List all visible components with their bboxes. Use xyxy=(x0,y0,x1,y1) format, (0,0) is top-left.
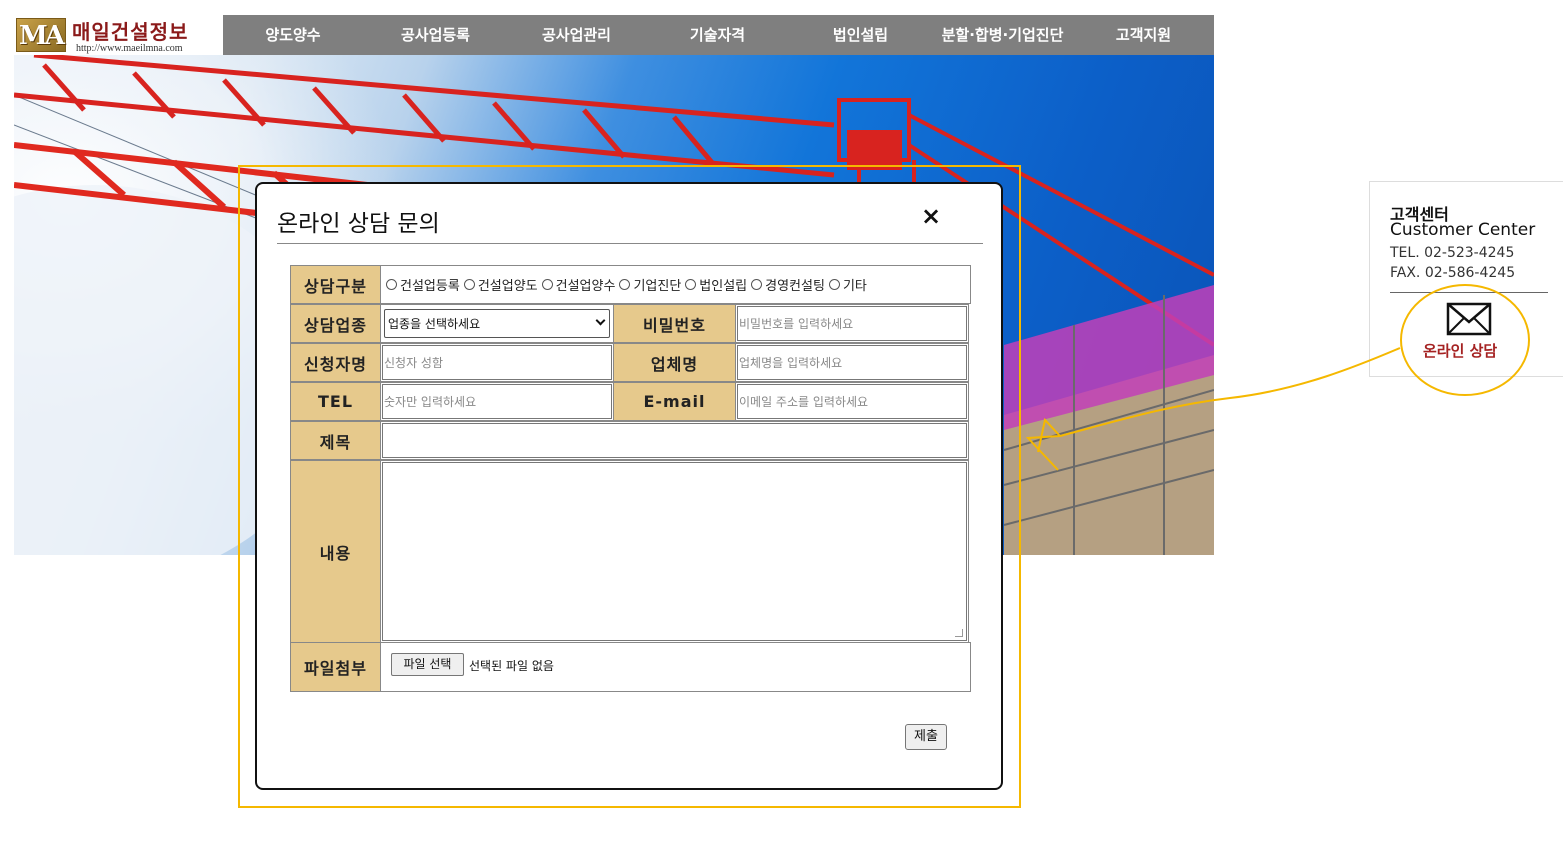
applicant-label: 신청자명 xyxy=(290,343,381,382)
radio-consulting[interactable] xyxy=(751,279,763,290)
email-label: E-mail xyxy=(613,382,736,421)
content-textarea[interactable] xyxy=(382,462,967,641)
applicant-cell: 신청자 성함 xyxy=(380,343,614,382)
subject-cell xyxy=(380,421,969,460)
nav-item-support[interactable]: 고객지원 xyxy=(1106,15,1181,55)
submit-button[interactable]: 제출 xyxy=(905,724,947,750)
content-label: 내용 xyxy=(290,460,381,643)
close-icon[interactable]: × xyxy=(919,202,943,230)
password-input[interactable]: 비밀번호를 입력하세요 xyxy=(737,306,967,341)
applicant-row: 신청자명 신청자 성함 업체명 업체명을 입력하세요 xyxy=(290,343,971,382)
category-options: 건설업등록 건설업양도 건설업양수 기업진단 법인설립 경영컨설팅 기타 xyxy=(380,265,971,304)
radio-diagnosis[interactable] xyxy=(619,279,631,290)
radio-label: 건설업등록 xyxy=(400,279,460,294)
tel-input[interactable]: 숫자만 입력하세요 xyxy=(382,384,612,419)
password-cell: 비밀번호를 입력하세요 xyxy=(735,304,969,343)
radio-registration[interactable] xyxy=(386,279,397,290)
radio-label: 경영컨설팅 xyxy=(765,279,825,294)
radio-acquire[interactable] xyxy=(541,279,553,290)
consultation-modal: 온라인 상담 문의 × 상담구분 건설업등록 건설업양도 건설업양수 기업진단 … xyxy=(255,182,1003,790)
nav-item-transfer[interactable]: 양도양수 xyxy=(253,15,333,55)
business-select[interactable]: 업종을 선택하세요 xyxy=(384,309,610,338)
content-cell xyxy=(380,460,969,643)
logo-url: http://www.maeilmna.com xyxy=(76,43,183,54)
modal-divider xyxy=(277,243,983,244)
file-select-button[interactable]: 파일 선택 xyxy=(391,653,464,676)
chevron-down-icon xyxy=(595,315,606,326)
cc-divider xyxy=(1390,292,1548,293)
subject-input[interactable] xyxy=(382,423,967,458)
nav-item-qualification[interactable]: 기술자격 xyxy=(680,15,755,55)
main-nav: 양도양수 공사업등록 공사업관리 기술자격 법인설립 분할·합병·기업진단 고객… xyxy=(223,15,1214,55)
nav-item-registration[interactable]: 공사업등록 xyxy=(393,15,478,55)
applicant-input[interactable]: 신청자 성함 xyxy=(382,345,612,380)
cc-title-en: Customer Center xyxy=(1390,220,1536,240)
content-row: 내용 xyxy=(290,460,971,643)
company-input[interactable]: 업체명을 입력하세요 xyxy=(737,345,967,380)
company-label: 업체명 xyxy=(613,343,736,382)
radio-label: 건설업양수 xyxy=(555,279,616,294)
cc-fax: FAX. 02-586-4245 xyxy=(1390,265,1516,281)
attachment-label: 파일첨부 xyxy=(290,642,381,692)
attachment-cell: 파일 선택 선택된 파일 없음 xyxy=(380,642,971,692)
radio-label: 기타 xyxy=(842,279,867,294)
nav-item-management[interactable]: 공사업관리 xyxy=(534,15,619,55)
site-header: MA 매일건설정보 http://www.maeilmna.com 양도양수 공… xyxy=(14,15,1214,55)
logo-mark-icon: MA xyxy=(16,18,66,52)
radio-incorporation[interactable] xyxy=(685,279,697,290)
business-label: 상담업종 xyxy=(290,304,381,343)
radio-label: 법인설립 xyxy=(699,279,748,294)
cc-tel: TEL. 02-523-4245 xyxy=(1390,245,1515,261)
business-cell: 업종을 선택하세요 xyxy=(380,304,614,343)
radio-label: 건설업양도 xyxy=(477,279,538,294)
email-cell: 이메일 주소를 입력하세요 xyxy=(735,382,969,421)
tel-label: TEL xyxy=(290,382,381,421)
email-input[interactable]: 이메일 주소를 입력하세요 xyxy=(737,384,967,419)
logo-name: 매일건설정보 xyxy=(72,20,189,44)
category-label: 상담구분 xyxy=(290,265,381,304)
radio-other[interactable] xyxy=(828,279,840,290)
online-consult-link[interactable]: 온라인 상담 xyxy=(1423,340,1497,361)
subject-row: 제목 xyxy=(290,421,971,460)
envelope-icon[interactable] xyxy=(1446,302,1492,336)
modal-title: 온라인 상담 문의 xyxy=(277,211,440,237)
business-row: 상담업종 업종을 선택하세요 비밀번호 비밀번호를 입력하세요 xyxy=(290,304,971,343)
radio-label: 기업진단 xyxy=(633,279,682,294)
radio-transfer[interactable] xyxy=(463,279,475,290)
site-logo[interactable]: MA 매일건설정보 http://www.maeilmna.com xyxy=(14,15,224,55)
resize-handle-icon[interactable] xyxy=(955,629,963,637)
nav-item-incorporation[interactable]: 법인설립 xyxy=(823,15,898,55)
file-status: 선택된 파일 없음 xyxy=(469,659,554,673)
password-label: 비밀번호 xyxy=(613,304,736,343)
subject-label: 제목 xyxy=(290,421,381,460)
tel-cell: 숫자만 입력하세요 xyxy=(380,382,614,421)
company-cell: 업체명을 입력하세요 xyxy=(735,343,969,382)
category-row: 상담구분 건설업등록 건설업양도 건설업양수 기업진단 법인설립 경영컨설팅 기… xyxy=(290,265,971,304)
attachment-row: 파일첨부 파일 선택 선택된 파일 없음 xyxy=(290,642,971,692)
nav-item-diagnosis[interactable]: 분할·합병·기업진단 xyxy=(935,15,1070,55)
contact-row: TEL 숫자만 입력하세요 E-mail 이메일 주소를 입력하세요 xyxy=(290,382,971,421)
customer-center-widget: 고객센터 Customer Center TEL. 02-523-4245 FA… xyxy=(1369,181,1563,377)
